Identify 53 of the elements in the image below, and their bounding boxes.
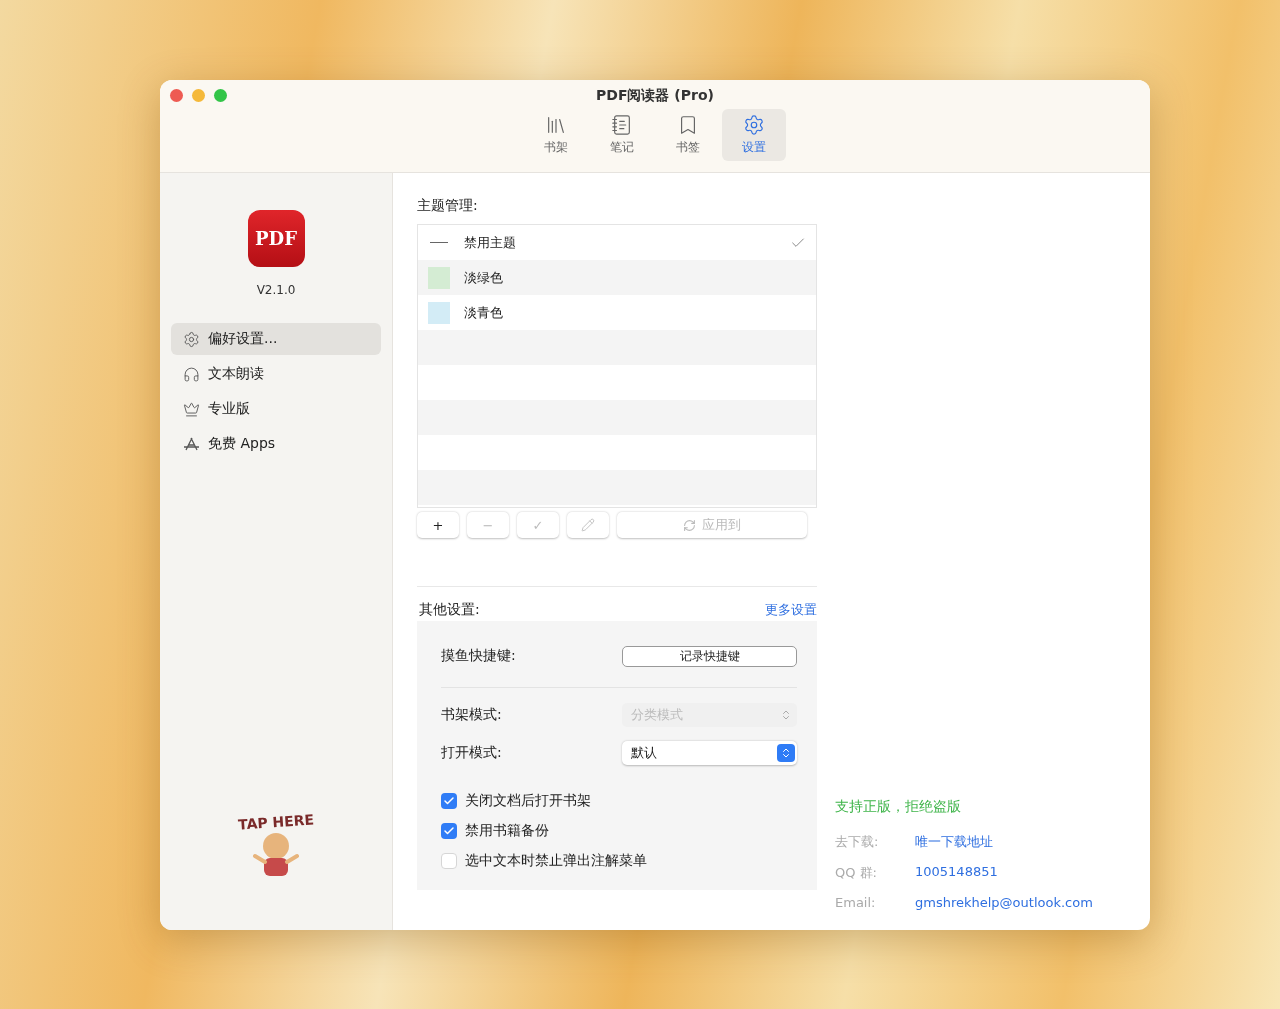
checkbox-label: 选中文本时禁止弹出注解菜单 (465, 852, 647, 870)
field-label: 摸鱼快捷键: (441, 647, 516, 665)
toolbar-tab[interactable]: 笔记 (590, 109, 654, 161)
cartoon-figure-drawing[interactable] (251, 830, 301, 878)
version-label: V2.1.0 (256, 283, 296, 297)
settings-icon (183, 330, 200, 348)
toolbar-tab[interactable]: 设置 (722, 109, 786, 161)
sidebar-item[interactable]: 免费 Apps (171, 428, 381, 460)
checkbox[interactable] (441, 853, 457, 869)
dropdown-select[interactable]: 默认 (622, 741, 797, 765)
info-link[interactable]: 1005148851 (915, 864, 998, 882)
info-label: 去下载: (835, 833, 880, 851)
add-button[interactable]: + (417, 512, 459, 538)
field-label: 打开模式: (441, 744, 502, 762)
checkmark-icon (443, 795, 455, 807)
sticker-caption[interactable]: TAP HERE (237, 811, 315, 833)
dash-icon (430, 242, 448, 243)
checkbox-label: 禁用书籍备份 (465, 822, 549, 840)
headphones-icon (183, 365, 200, 383)
pencil-icon (581, 518, 595, 532)
refresh-icon (683, 518, 696, 532)
sidebar-item[interactable]: 文本朗读 (171, 358, 381, 390)
zoom-button[interactable] (214, 89, 227, 102)
info-link[interactable]: gmshrekhelp@outlook.com (915, 895, 1093, 910)
minimize-button[interactable] (192, 89, 205, 102)
app-logo: PDF (247, 210, 305, 267)
books-icon (545, 114, 567, 136)
toolbar-tab[interactable]: 书架 (524, 109, 588, 161)
info-label: Email: (835, 895, 877, 910)
crown-icon (183, 400, 200, 418)
info-link[interactable]: 唯一下载地址 (915, 833, 993, 851)
up-down-chevron-icon (780, 709, 792, 721)
checkmark-icon (443, 825, 455, 837)
section-title: 主题管理: (417, 197, 479, 215)
checkbox-label: 关闭文档后打开书架 (465, 792, 591, 810)
sidebar-item[interactable]: 偏好设置... (171, 323, 381, 355)
settings-icon (743, 114, 765, 136)
drafting-icon (183, 435, 200, 453)
sidebar-item[interactable]: 专业版 (171, 393, 381, 425)
info-label: QQ 群: (835, 864, 878, 882)
field-label: 书架模式: (441, 706, 502, 724)
slogan-text: 支持正版，拒绝盗版 (835, 798, 962, 816)
theme-row[interactable]: 淡绿色 (418, 260, 816, 295)
toolbar-tab[interactable]: 书签 (656, 109, 720, 161)
close-button[interactable] (170, 89, 183, 102)
window-title: PDF阅读器 (Pro) (596, 87, 714, 105)
notepad-icon (611, 114, 633, 136)
up-down-chevron-icon (780, 747, 792, 759)
record-shortcut-button[interactable]: 记录快捷键 (622, 645, 797, 667)
section-title: 其他设置: (419, 601, 480, 619)
checkbox[interactable] (441, 823, 457, 839)
more-settings-link[interactable]: 更多设置 (765, 601, 817, 619)
checkbox[interactable] (441, 793, 457, 809)
